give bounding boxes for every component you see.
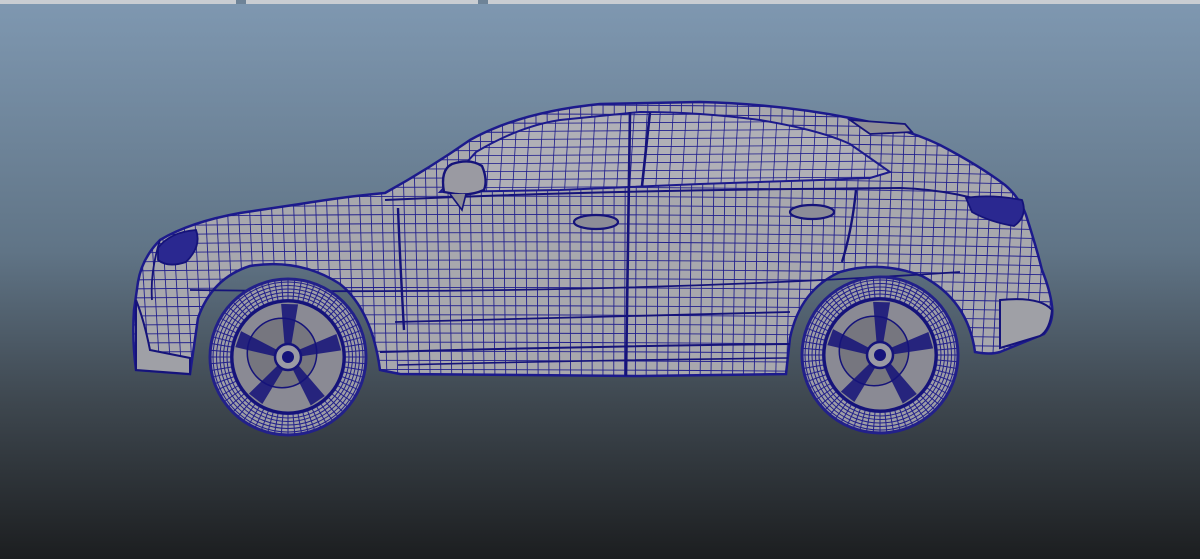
front-door-handle bbox=[572, 213, 620, 231]
front-wheel[interactable] bbox=[208, 277, 368, 437]
rear-wheel[interactable] bbox=[800, 275, 960, 435]
car-wireframe-model[interactable] bbox=[0, 0, 1200, 559]
rear-door-handle bbox=[788, 203, 836, 221]
rear-bumper bbox=[999, 298, 1054, 350]
viewport-panel[interactable] bbox=[0, 0, 1200, 559]
side-mirror bbox=[441, 160, 487, 196]
